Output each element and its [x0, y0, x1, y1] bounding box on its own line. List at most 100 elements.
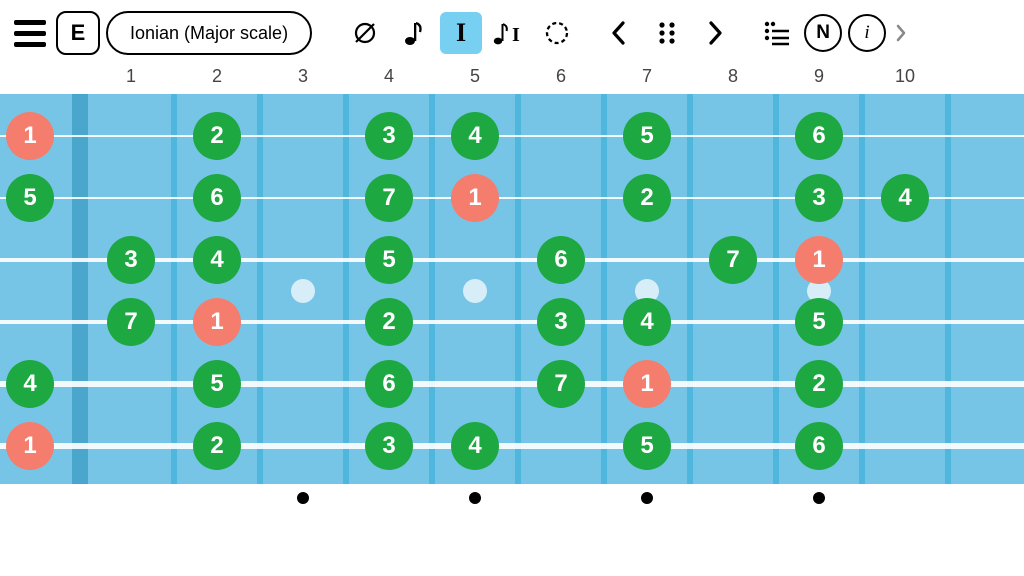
info-button[interactable]: i [848, 14, 886, 52]
fret-wire [171, 94, 177, 484]
overflow-button[interactable] [892, 12, 910, 54]
nut [72, 94, 88, 484]
note[interactable]: 5 [795, 298, 843, 346]
fret-number: 1 [126, 66, 136, 87]
note[interactable]: 7 [709, 236, 757, 284]
prev-pattern-button[interactable] [598, 12, 640, 54]
info-label: i [864, 22, 869, 44]
note[interactable]: 5 [623, 422, 671, 470]
note-root[interactable]: 1 [795, 236, 843, 284]
note[interactable]: 3 [537, 298, 585, 346]
note[interactable]: 3 [795, 174, 843, 222]
note[interactable]: 2 [365, 298, 413, 346]
fret-wire [687, 94, 693, 484]
note-root[interactable]: 1 [451, 174, 499, 222]
note[interactable]: 4 [6, 360, 54, 408]
inlay-dot [291, 279, 315, 303]
fret-number: 2 [212, 66, 222, 87]
note-interval-icon: I [492, 19, 526, 47]
fret-marker-dot [641, 492, 653, 504]
fretboard[interactable]: 1234565671234345671712345456712123456 [0, 94, 1024, 484]
note[interactable]: 4 [623, 298, 671, 346]
chevron-left-icon [609, 19, 629, 47]
note[interactable]: 2 [795, 360, 843, 408]
note[interactable]: 2 [193, 112, 241, 160]
fret-wire [343, 94, 349, 484]
show-notes-button[interactable] [392, 12, 434, 54]
note[interactable]: 2 [623, 174, 671, 222]
note[interactable]: 6 [537, 236, 585, 284]
fret-number: 7 [642, 66, 652, 87]
scale-selector[interactable]: Ionian (Major scale) [106, 11, 312, 55]
empty-set-icon [352, 20, 378, 46]
fret-number: 9 [814, 66, 824, 87]
fret-wire [773, 94, 779, 484]
hide-notes-button[interactable] [344, 12, 386, 54]
note[interactable]: 4 [881, 174, 929, 222]
fret-number: 3 [298, 66, 308, 87]
fret-number: 5 [470, 66, 480, 87]
pattern-selector-button[interactable] [646, 12, 688, 54]
note[interactable]: 6 [795, 422, 843, 470]
notes-mode-button[interactable]: N [804, 14, 842, 52]
root-note-selector[interactable]: E [56, 11, 100, 55]
formula-button[interactable] [756, 12, 798, 54]
note[interactable]: 2 [193, 422, 241, 470]
note[interactable]: 3 [365, 112, 413, 160]
show-intervals-button[interactable]: I [440, 12, 482, 54]
string [0, 197, 1024, 199]
fret-number: 8 [728, 66, 738, 87]
note-icon [403, 19, 423, 47]
fret-wire [601, 94, 607, 484]
note[interactable]: 3 [365, 422, 413, 470]
next-pattern-button[interactable] [694, 12, 736, 54]
note[interactable]: 5 [623, 112, 671, 160]
note[interactable]: 6 [193, 174, 241, 222]
fret-number: 6 [556, 66, 566, 87]
inlay-dot [463, 279, 487, 303]
fret-marker-dot [297, 492, 309, 504]
note[interactable]: 5 [6, 174, 54, 222]
show-notes-and-intervals-button[interactable]: I [488, 12, 530, 54]
fret-wire [257, 94, 263, 484]
string [0, 443, 1024, 449]
note[interactable]: 4 [451, 422, 499, 470]
svg-text:I: I [512, 24, 520, 46]
fretboard-area: 12345678910 1234565671234345671712345456… [0, 66, 1024, 514]
note[interactable]: 4 [193, 236, 241, 284]
note[interactable]: 5 [193, 360, 241, 408]
menu-button[interactable] [10, 13, 50, 53]
string [0, 381, 1024, 386]
dashed-circle-icon [543, 19, 571, 47]
fret-wire [515, 94, 521, 484]
interval-icon: I [456, 18, 466, 48]
note[interactable]: 7 [537, 360, 585, 408]
note[interactable]: 3 [107, 236, 155, 284]
note-root[interactable]: 1 [6, 422, 54, 470]
note[interactable]: 7 [107, 298, 155, 346]
fret-wire [859, 94, 865, 484]
chevron-right-small-icon [895, 23, 907, 43]
highlight-button[interactable] [536, 12, 578, 54]
fret-wire [945, 94, 951, 484]
note[interactable]: 4 [451, 112, 499, 160]
fret-number: 10 [895, 66, 915, 87]
six-dots-icon [655, 19, 679, 47]
note-root[interactable]: 1 [6, 112, 54, 160]
fret-marker-dot [813, 492, 825, 504]
note-root[interactable]: 1 [193, 298, 241, 346]
fret-number-row: 1 2 3 4 5 6 7 8 9 10 [0, 66, 1024, 94]
note[interactable]: 6 [795, 112, 843, 160]
note-root[interactable]: 1 [623, 360, 671, 408]
note[interactable]: 5 [365, 236, 413, 284]
fret-marker-row [0, 484, 1024, 514]
fret-number: 4 [384, 66, 394, 87]
notes-mode-label: N [816, 22, 830, 44]
fret-wire [429, 94, 435, 484]
chevron-right-icon [705, 19, 725, 47]
list-icon [763, 20, 791, 46]
string [0, 135, 1024, 137]
note[interactable]: 6 [365, 360, 413, 408]
fret-marker-dot [469, 492, 481, 504]
note[interactable]: 7 [365, 174, 413, 222]
